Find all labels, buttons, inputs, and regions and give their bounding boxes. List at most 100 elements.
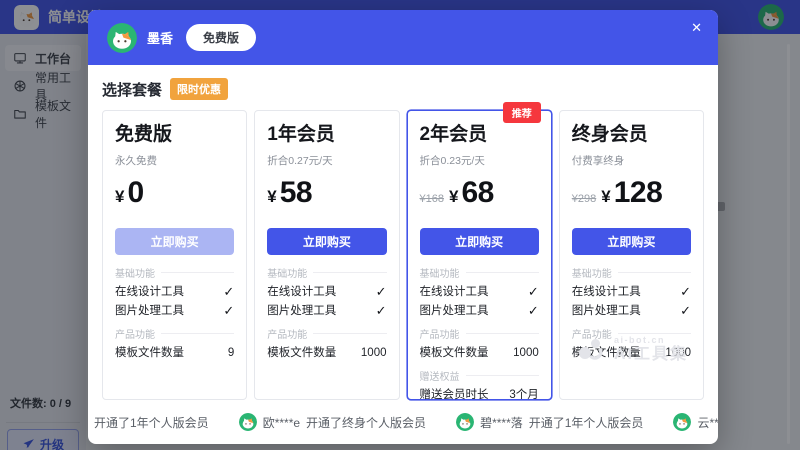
ticker-username: 云****轻 bbox=[697, 414, 718, 431]
buy-button[interactable]: 立即购买 bbox=[115, 228, 234, 255]
feature-value: 3个月 bbox=[509, 388, 538, 402]
plan-price: ¥298 ¥128 bbox=[572, 176, 691, 214]
modal-header: 墨香 免费版 ✕ bbox=[88, 10, 718, 65]
feature-label: 模板文件数量 bbox=[420, 346, 489, 360]
plan-card[interactable]: 1年会员折合0.27元/天¥58立即购买基础功能在线设计工具✓图片处理工具✓产品… bbox=[254, 110, 399, 400]
feature-row: 模板文件数量 1000 bbox=[420, 343, 539, 362]
feature-row: 在线设计工具 ✓ bbox=[420, 282, 539, 301]
close-icon[interactable]: ✕ bbox=[691, 21, 702, 34]
check-icon: ✓ bbox=[680, 285, 691, 299]
feature-section-title: 基础功能 bbox=[572, 265, 691, 280]
check-icon: ✓ bbox=[680, 304, 691, 318]
current-plan-badge: 免费版 bbox=[186, 24, 256, 51]
check-icon: ✓ bbox=[223, 285, 234, 299]
ticker-text: 开通了1年个人版会员 bbox=[94, 414, 209, 431]
cat-avatar-icon bbox=[456, 413, 474, 431]
plan-features: 基础功能在线设计工具 ✓ 图片处理工具 ✓ 产品功能模板文件数量 1000 bbox=[267, 265, 386, 362]
feature-section-title: 产品功能 bbox=[115, 326, 234, 341]
check-icon: ✓ bbox=[528, 285, 539, 299]
feature-label: 图片处理工具 bbox=[267, 304, 336, 318]
plan-card[interactable]: 推荐2年会员折合0.23元/天¥168¥68立即购买基础功能在线设计工具✓图片处… bbox=[407, 110, 552, 400]
feature-row: 模板文件数量 1000 bbox=[572, 343, 691, 362]
feature-label: 赠送会员时长 bbox=[420, 388, 489, 402]
price-amount: 58 bbox=[280, 176, 312, 210]
feature-value: 1000 bbox=[361, 346, 387, 360]
plan-name: 1年会员 bbox=[267, 124, 386, 146]
check-icon: ✓ bbox=[223, 304, 234, 318]
feature-section-title: 基础功能 bbox=[115, 265, 234, 280]
buy-button[interactable]: 立即购买 bbox=[420, 228, 539, 255]
buy-button[interactable]: 立即购买 bbox=[572, 228, 691, 255]
ticker-item: 开通了1年个人版会员 bbox=[94, 414, 209, 431]
feature-row: 在线设计工具 ✓ bbox=[267, 282, 386, 301]
ticker-text: 开通了终身个人版会员 bbox=[306, 414, 426, 431]
plan-price: ¥58 bbox=[267, 176, 386, 214]
buy-button[interactable]: 立即购买 bbox=[267, 228, 386, 255]
pricing-modal: 墨香 免费版 ✕ 选择套餐 限时优惠 免费版永久免费 ¥0 立即购买基础功能在线设计… bbox=[88, 10, 718, 444]
ticker-text: 开通了1年个人版会员 bbox=[529, 414, 644, 431]
ticker-item: 云****轻开通了1年个人版会员 bbox=[673, 413, 718, 431]
plan-name: 免费版 bbox=[115, 124, 234, 146]
section-header: 选择套餐 限时优惠 bbox=[102, 78, 704, 100]
original-price: ¥168 bbox=[420, 193, 444, 205]
feature-value: 1000 bbox=[513, 346, 539, 360]
price-amount: 128 bbox=[614, 176, 663, 210]
original-price: ¥298 bbox=[572, 193, 596, 205]
plan-subtitle: 折合0.23元/天 bbox=[420, 155, 539, 168]
cat-avatar-icon bbox=[239, 413, 257, 431]
price-amount: 0 bbox=[127, 176, 143, 210]
feature-row: 图片处理工具 ✓ bbox=[267, 301, 386, 320]
feature-row: 图片处理工具✓ bbox=[420, 301, 539, 320]
ticker-item: 碧****落开通了1年个人版会员 bbox=[456, 413, 643, 431]
currency-symbol: ¥ bbox=[601, 187, 610, 207]
currency-symbol: ¥ bbox=[449, 187, 458, 207]
check-icon: ✓ bbox=[376, 304, 387, 318]
feature-row: 图片处理工具✓ bbox=[572, 301, 691, 320]
member-username: 墨香 bbox=[147, 28, 173, 47]
plan-card[interactable]: 终身会员付费享终身¥298¥128立即购买基础功能在线设计工具✓图片处理工具✓产… bbox=[559, 110, 704, 400]
feature-row: 模板文件数量 9 bbox=[115, 343, 234, 362]
feature-row: 图片处理工具 ✓ bbox=[115, 301, 234, 320]
feature-value: 9 bbox=[228, 346, 234, 360]
plan-card[interactable]: 免费版永久免费 ¥0 立即购买基础功能在线设计工具 ✓ 图片处理工具 ✓ 产品功能模板文件数… bbox=[102, 110, 247, 400]
cat-avatar-icon bbox=[673, 413, 691, 431]
promo-badge: 限时优惠 bbox=[170, 78, 228, 100]
recommend-badge: 推荐 bbox=[503, 102, 541, 123]
currency-symbol: ¥ bbox=[267, 187, 276, 207]
feature-row: 在线设计工具 ✓ bbox=[572, 282, 691, 301]
plan-name: 2年会员 bbox=[420, 124, 539, 146]
plan-features: 基础功能在线设计工具✓图片处理工具✓产品功能模板文件数量1000赠送权益赠送会员… bbox=[420, 265, 539, 404]
ticker-username: 碧****落 bbox=[480, 414, 523, 431]
plan-list: 免费版永久免费 ¥0 立即购买基础功能在线设计工具 ✓ 图片处理工具 ✓ 产品功能模板文件数… bbox=[102, 110, 704, 400]
section-title: 选择套餐 bbox=[102, 79, 162, 100]
feature-section-title: 赠送权益 bbox=[420, 368, 539, 383]
feature-label: 在线设计工具 bbox=[572, 285, 641, 299]
price-amount: 68 bbox=[461, 176, 493, 210]
feature-section-title: 基础功能 bbox=[420, 265, 539, 280]
purchase-ticker: 开通了1年个人版会员欧****e开通了终身个人版会员碧****落开通了1年个人版… bbox=[88, 400, 718, 444]
plan-name: 终身会员 bbox=[572, 124, 691, 146]
plan-subtitle: 永久免费 bbox=[115, 155, 234, 168]
member-avatar-icon bbox=[107, 23, 137, 53]
feature-section-title: 基础功能 bbox=[267, 265, 386, 280]
feature-row: 赠送会员时长 3个月 bbox=[420, 385, 539, 404]
plan-subtitle: 付费享终身 bbox=[572, 155, 691, 168]
feature-label: 模板文件数量 bbox=[572, 346, 641, 360]
plan-features: 基础功能在线设计工具 ✓ 图片处理工具 ✓ 产品功能模板文件数量 9 bbox=[115, 265, 234, 362]
ticker-username: 欧****e bbox=[263, 414, 300, 431]
plan-features: 基础功能在线设计工具✓图片处理工具✓产品功能模板文件数量1000 bbox=[572, 265, 691, 362]
feature-row: 在线设计工具 ✓ bbox=[115, 282, 234, 301]
feature-label: 模板文件数量 bbox=[115, 346, 184, 360]
check-icon: ✓ bbox=[528, 304, 539, 318]
check-icon: ✓ bbox=[376, 285, 387, 299]
feature-label: 模板文件数量 bbox=[267, 346, 336, 360]
feature-label: 图片处理工具 bbox=[115, 304, 184, 318]
plan-price: ¥168 ¥68 bbox=[420, 176, 539, 214]
feature-label: 在线设计工具 bbox=[267, 285, 336, 299]
feature-label: 在线设计工具 bbox=[115, 285, 184, 299]
feature-label: 在线设计工具 bbox=[420, 285, 489, 299]
plan-price: ¥0 bbox=[115, 176, 234, 214]
feature-section-title: 产品功能 bbox=[267, 326, 386, 341]
feature-row: 模板文件数量 1000 bbox=[267, 343, 386, 362]
feature-value: 1000 bbox=[665, 346, 691, 360]
